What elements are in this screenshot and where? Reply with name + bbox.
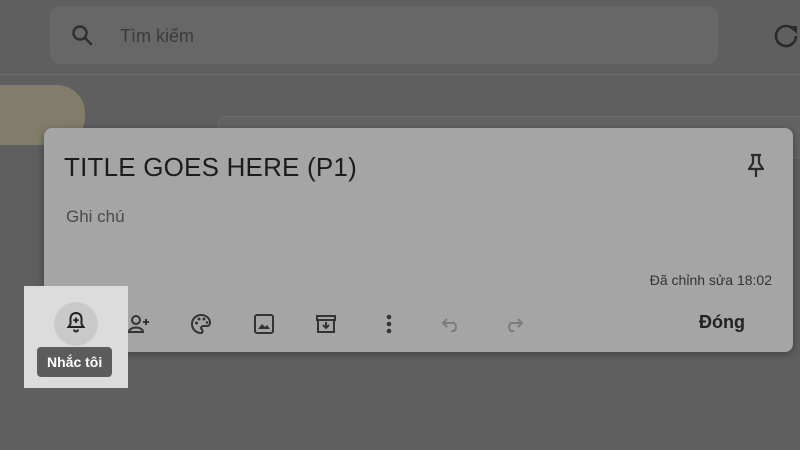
note-title[interactable]: TITLE GOES HERE (P1) [64,152,357,183]
pin-icon[interactable] [744,152,768,180]
search-box[interactable]: Tìm kiếm [50,6,718,64]
palette-icon[interactable] [185,304,217,344]
search-placeholder: Tìm kiếm [120,26,194,46]
note-body[interactable]: Ghi chú [66,207,125,227]
archive-icon[interactable] [310,304,342,344]
undo-icon[interactable] [435,304,467,344]
tooltip: Nhắc tôi [37,347,113,377]
search-icon[interactable] [70,23,94,47]
more-vert-icon[interactable] [373,304,405,344]
close-button[interactable]: Đóng [699,312,745,333]
refresh-icon[interactable] [772,22,800,50]
redo-icon[interactable] [498,304,530,344]
note-toolbar: Đóng [44,304,793,344]
bell-plus-icon [66,311,86,338]
edited-timestamp: Đã chỉnh sửa 18:02 [649,272,772,288]
remind-me-button[interactable] [54,302,98,346]
image-icon[interactable] [248,304,280,344]
note-editor: TITLE GOES HERE (P1) Ghi chú Đã chỉnh sử… [44,128,793,352]
top-bar: Tìm kiếm [0,0,800,75]
